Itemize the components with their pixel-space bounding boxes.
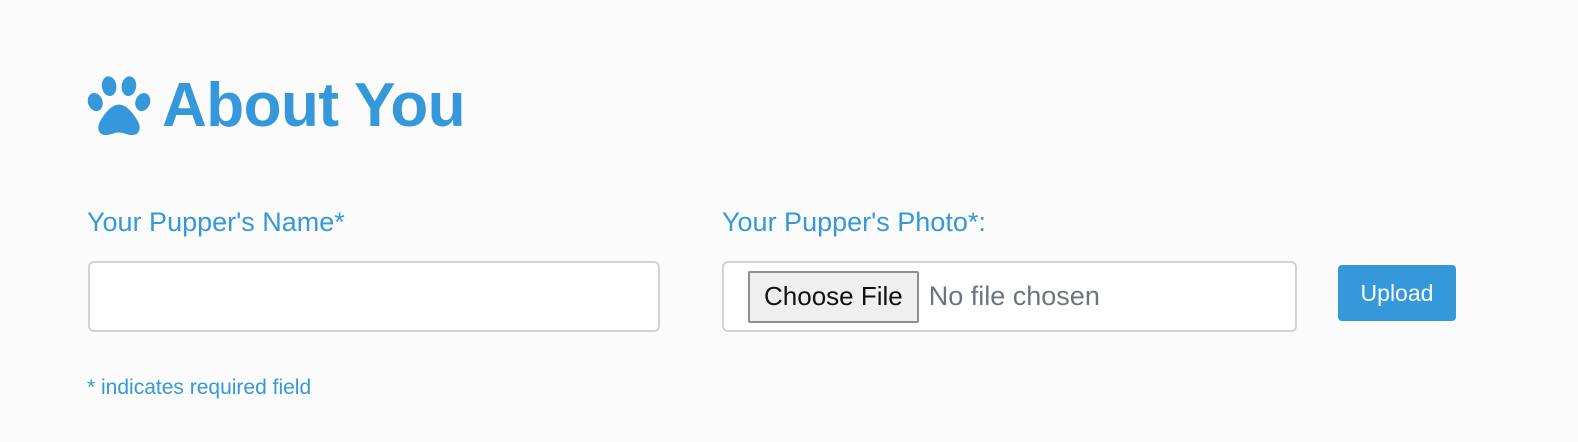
pupper-name-label: Your Pupper's Name* <box>87 207 345 237</box>
pupper-photo-label: Your Pupper's Photo*: <box>722 207 986 237</box>
required-field-note: * indicates required field <box>87 376 312 399</box>
upload-button[interactable]: Upload <box>1338 265 1456 321</box>
pupper-name-input[interactable] <box>88 261 660 332</box>
section-heading: About You <box>86 66 466 146</box>
page-title: About You <box>162 71 466 140</box>
choose-file-button[interactable]: Choose File <box>748 270 919 323</box>
about-you-page: About You Your Pupper's Name* Your Puppe… <box>0 0 1578 442</box>
pupper-photo-file-input[interactable]: Choose File No file chosen <box>722 261 1297 332</box>
paw-icon <box>86 73 152 139</box>
file-status-text: No file chosen <box>928 281 1100 311</box>
